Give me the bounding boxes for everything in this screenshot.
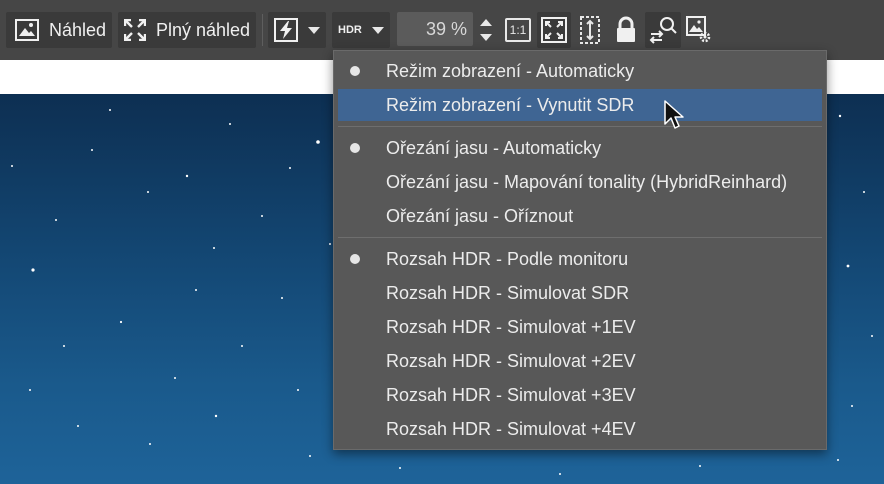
chevron-down-icon bbox=[371, 26, 384, 34]
picture-icon bbox=[15, 19, 39, 41]
menu-divider bbox=[338, 237, 822, 238]
fit-height-icon[interactable] bbox=[578, 16, 602, 44]
sync-zoom-button[interactable] bbox=[645, 12, 681, 48]
full-preview-label: Plný náhled bbox=[156, 19, 251, 40]
menu-item-hdr-range-4ev[interactable]: Rozsah HDR - Simulovat +4EV bbox=[334, 413, 826, 445]
menu-item-clipping-auto[interactable]: Ořezání jasu - Automaticky bbox=[334, 132, 826, 164]
image-settings-icon[interactable] bbox=[686, 16, 712, 44]
sync-zoom-icon bbox=[648, 16, 678, 44]
flash-icon bbox=[274, 18, 298, 42]
hdr-options-menu: Režim zobrazení - Automaticky Režim zobr… bbox=[333, 50, 827, 450]
menu-item-hdr-range-3ev[interactable]: Rozsah HDR - Simulovat +3EV bbox=[334, 379, 826, 411]
menu-divider bbox=[338, 126, 822, 127]
toolbar-divider bbox=[262, 14, 263, 46]
lock-icon[interactable] bbox=[614, 16, 638, 44]
flash-dropdown-button[interactable] bbox=[268, 12, 326, 48]
hdr-dropdown-button[interactable]: HDR bbox=[332, 12, 390, 48]
selected-dot-icon bbox=[350, 254, 360, 264]
fit-to-screen-icon bbox=[541, 17, 567, 43]
menu-item-display-mode-force-sdr[interactable]: Režim zobrazení - Vynutit SDR bbox=[338, 89, 822, 121]
chevron-down-icon bbox=[308, 26, 320, 34]
menu-item-display-mode-auto[interactable]: Režim zobrazení - Automaticky bbox=[334, 55, 826, 87]
menu-item-label: Režim zobrazení - Vynutit SDR bbox=[386, 95, 635, 115]
menu-item-hdr-range-monitor[interactable]: Rozsah HDR - Podle monitoru bbox=[334, 243, 826, 275]
menu-item-hdr-range-sdr[interactable]: Rozsah HDR - Simulovat SDR bbox=[334, 277, 826, 309]
menu-item-label: Rozsah HDR - Simulovat +2EV bbox=[386, 351, 636, 371]
zoom-stepper-icon[interactable] bbox=[477, 17, 495, 43]
selected-dot-icon bbox=[350, 143, 360, 153]
menu-item-clipping-clip[interactable]: Ořezání jasu - Oříznout bbox=[334, 200, 826, 232]
preview-button[interactable]: Náhled bbox=[6, 12, 112, 48]
selected-dot-icon bbox=[350, 66, 360, 76]
menu-item-clipping-tone-mapping[interactable]: Ořezání jasu - Mapování tonality (Hybrid… bbox=[334, 166, 826, 198]
menu-item-label: Rozsah HDR - Simulovat +3EV bbox=[386, 385, 636, 405]
fit-to-screen-button[interactable] bbox=[537, 12, 571, 48]
hdr-label: HDR bbox=[338, 24, 362, 36]
full-preview-button[interactable]: Plný náhled bbox=[118, 12, 256, 48]
mouse-cursor-icon bbox=[664, 100, 684, 136]
zoom-input[interactable]: 39 % bbox=[397, 12, 473, 46]
menu-item-label: Ořezání jasu - Automaticky bbox=[386, 138, 602, 158]
preview-label: Náhled bbox=[49, 19, 107, 40]
menu-item-hdr-range-1ev[interactable]: Rozsah HDR - Simulovat +1EV bbox=[334, 311, 826, 343]
fullscreen-icon bbox=[124, 19, 146, 41]
menu-item-label: Režim zobrazení - Automaticky bbox=[386, 61, 635, 81]
menu-item-label: Rozsah HDR - Simulovat +4EV bbox=[386, 419, 636, 439]
menu-item-label: Rozsah HDR - Podle monitoru bbox=[386, 249, 629, 269]
menu-item-hdr-range-2ev[interactable]: Rozsah HDR - Simulovat +2EV bbox=[334, 345, 826, 377]
menu-item-label: Ořezání jasu - Oříznout bbox=[386, 206, 574, 226]
menu-item-label: Rozsah HDR - Simulovat SDR bbox=[386, 283, 630, 303]
menu-item-label: Ořezání jasu - Mapování tonality (Hybrid… bbox=[386, 172, 788, 192]
menu-item-label: Rozsah HDR - Simulovat +1EV bbox=[386, 317, 636, 337]
one-to-one-button[interactable]: 1:1 bbox=[505, 18, 531, 42]
